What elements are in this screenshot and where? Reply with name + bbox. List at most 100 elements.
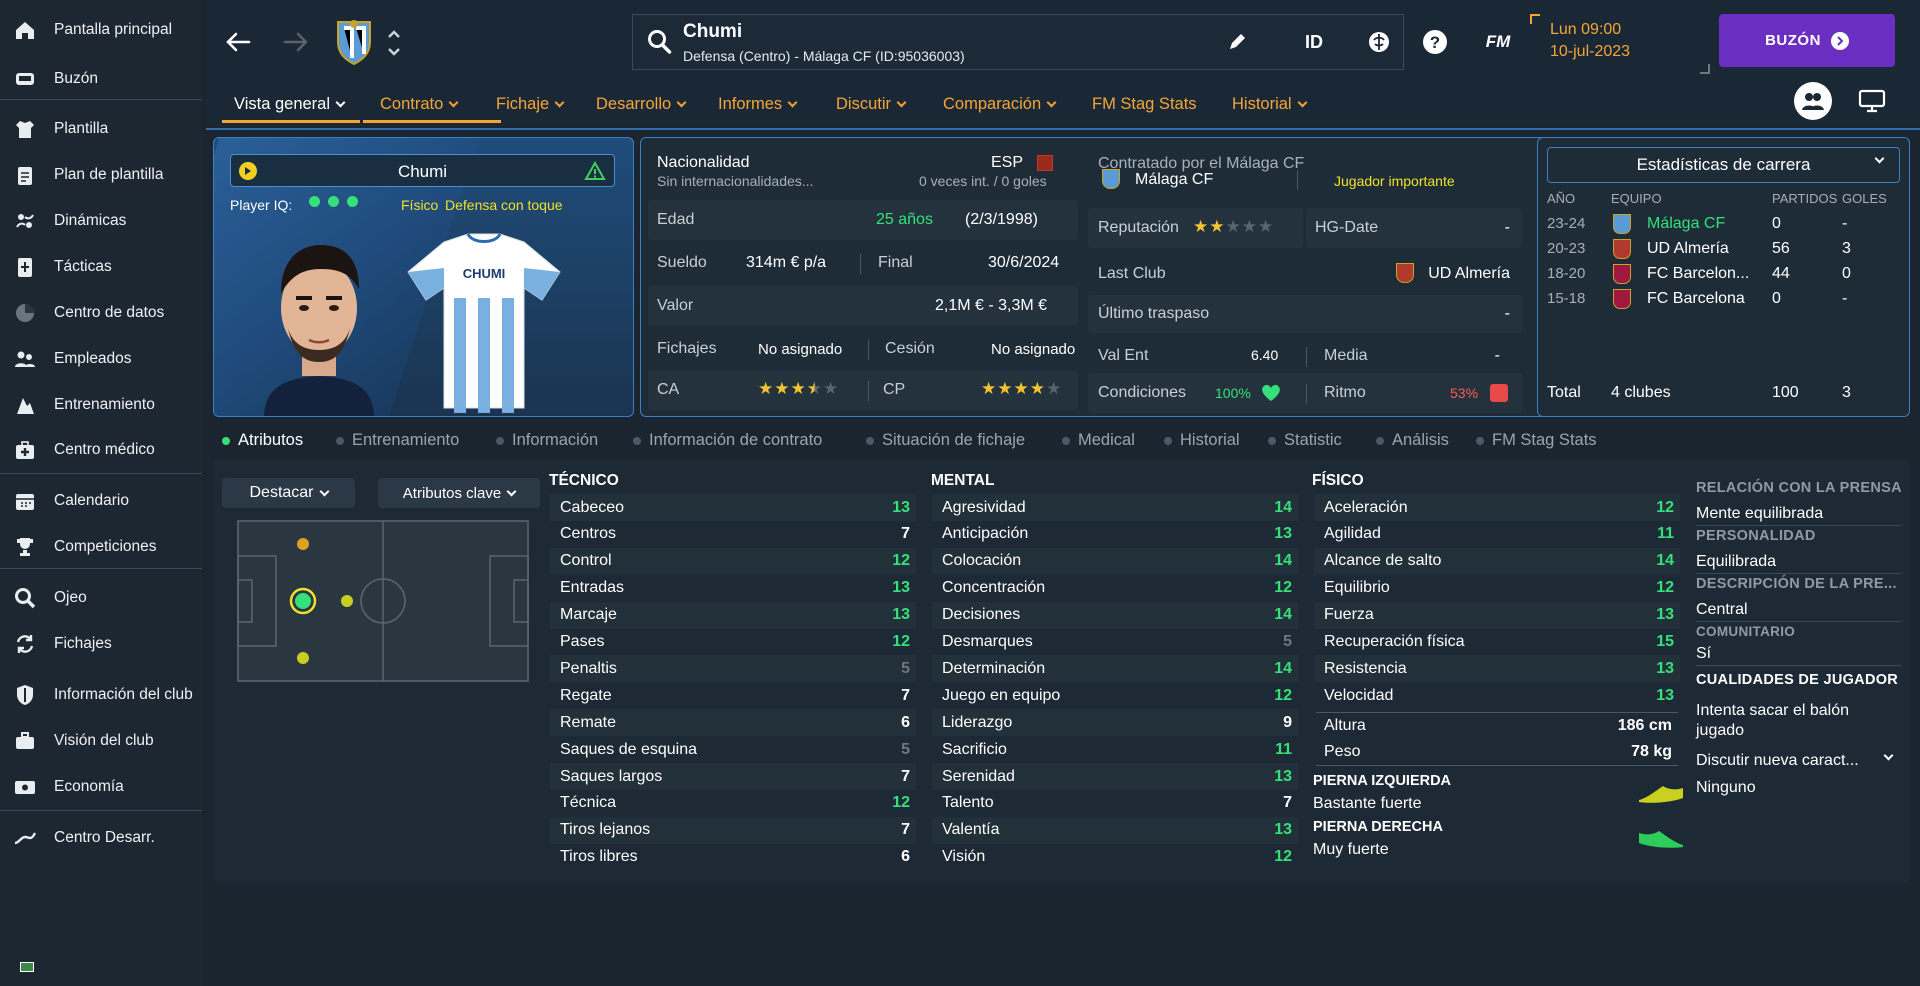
- attribute-row[interactable]: Determinación 14: [932, 655, 1298, 683]
- tab-entrenamiento[interactable]: Entrenamiento: [336, 431, 459, 450]
- attribute-row[interactable]: Saques largos 7: [550, 763, 916, 790]
- player-switch-arrows[interactable]: [384, 26, 404, 60]
- attribute-row[interactable]: Regate 7: [550, 682, 916, 709]
- attribute-row[interactable]: Técnica 12: [550, 790, 916, 817]
- sidebar-item-economía[interactable]: Economía: [0, 765, 202, 809]
- highlight-dropdown[interactable]: Destacar: [222, 478, 355, 508]
- fm-button[interactable]: FM: [1478, 22, 1518, 62]
- attribute-row[interactable]: Sacrificio 11: [932, 736, 1298, 763]
- attribute-row[interactable]: Equilibrio 12: [1314, 575, 1680, 602]
- attribute-row[interactable]: Saques de esquina 5: [550, 736, 916, 763]
- sidebar-item-buzón[interactable]: Buzón: [0, 57, 202, 101]
- sidebar-item-centro-de-datos[interactable]: Centro de datos: [0, 291, 202, 335]
- career-row[interactable]: 20-23 UD Almería 56 3: [1547, 236, 1897, 261]
- tab-informaci-n-de-contrato[interactable]: Información de contrato: [633, 431, 822, 450]
- career-row[interactable]: 15-18 FC Barcelona 0 -: [1547, 286, 1897, 311]
- attribute-row[interactable]: Centros 7: [550, 521, 916, 548]
- last-club-value[interactable]: UD Almería: [1428, 265, 1510, 283]
- attribute-row[interactable]: Alcance de salto 14: [1314, 547, 1680, 575]
- back-button[interactable]: [220, 22, 256, 62]
- attribute-row[interactable]: Juego en equipo 12: [932, 682, 1298, 709]
- sidebar-item-plan-de-plantilla[interactable]: Plan de plantilla: [0, 153, 202, 197]
- sidebar-item-información-del-club[interactable]: Información del club: [0, 673, 202, 717]
- sidebar-item-ojeo[interactable]: Ojeo: [0, 576, 202, 620]
- menu-vista-general[interactable]: Vista general: [234, 92, 346, 116]
- club-name[interactable]: Málaga CF: [1135, 171, 1213, 189]
- attribute-row[interactable]: Serenidad 13: [932, 763, 1298, 790]
- buzon-button[interactable]: BUZÓN: [1719, 14, 1895, 67]
- key-attributes-dropdown[interactable]: Atributos clave: [378, 478, 540, 508]
- menu-discutir[interactable]: Discutir: [836, 92, 907, 116]
- sidebar-item-plantilla[interactable]: Plantilla: [0, 107, 202, 151]
- sidebar-item-calendario[interactable]: Calendario: [0, 479, 202, 523]
- menu-fichaje[interactable]: Fichaje: [496, 92, 565, 116]
- sidebar-item-centro-desarr-[interactable]: Centro Desarr.: [0, 816, 202, 860]
- attribute-row[interactable]: Recuperación física 15: [1314, 629, 1680, 656]
- attribute-row[interactable]: Marcaje 13: [550, 601, 916, 629]
- sidebar-item-visión-del-club[interactable]: Visión del club: [0, 719, 202, 763]
- sidebar-item-dinámicas[interactable]: Dinámicas: [0, 199, 202, 243]
- attribute-row[interactable]: Cabeceo 13: [550, 494, 916, 521]
- attribute-row[interactable]: Penaltis 5: [550, 655, 916, 683]
- attribute-row[interactable]: Tiros lejanos 7: [550, 816, 916, 844]
- attribute-row[interactable]: Pases 12: [550, 629, 916, 656]
- help-button[interactable]: ?: [1418, 22, 1452, 62]
- sidebar-item-empleados[interactable]: Empleados: [0, 337, 202, 381]
- menu-comparaci-n[interactable]: Comparación: [943, 92, 1057, 116]
- attribute-row[interactable]: Liderazgo 9: [932, 709, 1298, 737]
- warning-icon[interactable]: [584, 161, 606, 181]
- attribute-row[interactable]: Decisiones 14: [932, 601, 1298, 629]
- tab-fm-stag-stats[interactable]: FM Stag Stats: [1476, 431, 1597, 450]
- nation-flag-icon[interactable]: [1037, 155, 1053, 171]
- attribute-row[interactable]: Velocidad 13: [1314, 682, 1680, 709]
- sidebar-item-tácticas[interactable]: Tácticas: [0, 245, 202, 289]
- sidebar-item-pantalla-principal[interactable]: Pantalla principal: [0, 8, 202, 52]
- attribute-row[interactable]: Anticipación 13: [932, 521, 1298, 548]
- attribute-row[interactable]: Control 12: [550, 547, 916, 575]
- edit-button[interactable]: [1222, 22, 1252, 62]
- attribute-row[interactable]: Resistencia 13: [1314, 655, 1680, 683]
- attribute-row[interactable]: Talento 7: [932, 790, 1298, 817]
- attribute-row[interactable]: Agresividad 14: [932, 494, 1298, 521]
- id-button[interactable]: ID: [1296, 22, 1332, 62]
- sidebar-item-entrenamiento[interactable]: Entrenamiento: [0, 383, 202, 427]
- sidebar-item-centro-médico[interactable]: Centro médico: [0, 428, 202, 472]
- tab-situaci-n-de-fichaje[interactable]: Situación de fichaje: [866, 431, 1025, 450]
- menu-historial[interactable]: Historial: [1232, 92, 1308, 116]
- compare-players-button[interactable]: [1794, 82, 1832, 120]
- menu-contrato[interactable]: Contrato: [380, 92, 459, 116]
- career-team: FC Barcelon...: [1647, 264, 1750, 282]
- attribute-row[interactable]: Fuerza 13: [1314, 601, 1680, 629]
- career-row[interactable]: 18-20 FC Barcelon... 44 0: [1547, 261, 1897, 286]
- tab-informaci-n[interactable]: Información: [496, 431, 598, 450]
- menu-fm-stag-stats[interactable]: FM Stag Stats: [1092, 92, 1197, 116]
- menu-desarrollo[interactable]: Desarrollo: [596, 92, 687, 116]
- attribute-row[interactable]: Remate 6: [550, 709, 916, 737]
- attribute-row[interactable]: Concentración 12: [932, 575, 1298, 602]
- attribute-row[interactable]: Entradas 13: [550, 575, 916, 602]
- attribute-row[interactable]: Desmarques 5: [932, 629, 1298, 656]
- attribute-row[interactable]: Valentía 13: [932, 816, 1298, 844]
- sidebar-item-fichajes[interactable]: Fichajes: [0, 622, 202, 666]
- attribute-row[interactable]: Tiros libres 6: [550, 844, 916, 871]
- sidebar-item-competiciones[interactable]: Competiciones: [0, 525, 202, 569]
- player-search-box[interactable]: Chumi Defensa (Centro) - Málaga CF (ID:9…: [632, 14, 1404, 70]
- tab-historial[interactable]: Historial: [1164, 431, 1240, 450]
- attribute-row[interactable]: Visión 12: [932, 844, 1298, 871]
- tab-an-lisis[interactable]: Análisis: [1376, 431, 1449, 450]
- discuss-trait-dropdown[interactable]: Discutir nueva caract...: [1696, 748, 1900, 774]
- attribute-row[interactable]: Colocación 14: [932, 547, 1298, 575]
- tab-medical[interactable]: Medical: [1062, 431, 1135, 450]
- forward-button[interactable]: [278, 22, 314, 62]
- display-button[interactable]: [1854, 82, 1890, 120]
- tab-statistic[interactable]: Statistic: [1268, 431, 1342, 450]
- career-dropdown[interactable]: Estadísticas de carrera: [1547, 147, 1900, 183]
- tab-atributos[interactable]: Atributos: [222, 431, 303, 450]
- club-crest-icon[interactable]: [334, 18, 374, 66]
- date-display[interactable]: Lun 09:00 10-jul-2023: [1530, 12, 1710, 74]
- attribute-row[interactable]: Aceleración 12: [1314, 494, 1680, 521]
- attribute-row[interactable]: Agilidad 11: [1314, 521, 1680, 548]
- career-row[interactable]: 23-24 Málaga CF 0 -: [1547, 211, 1897, 236]
- menu-informes[interactable]: Informes: [718, 92, 798, 116]
- brain-button[interactable]: [1362, 22, 1396, 62]
